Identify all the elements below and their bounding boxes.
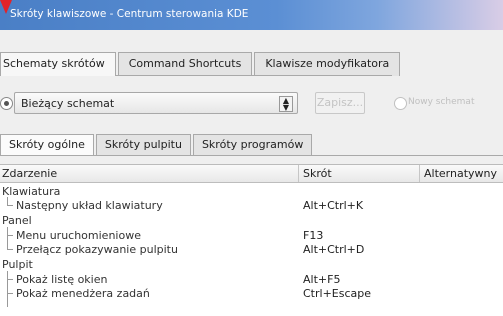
table-row[interactable]: Panel <box>0 213 503 228</box>
tab-klawisze-modyfikatora[interactable]: Klawisze modyfikatora <box>254 52 401 76</box>
column-header-skrot[interactable]: Skrót <box>303 167 332 180</box>
table-header: Zdarzenie Skrót Alternatywny <box>0 165 503 183</box>
row-event: Pokaż menedżera zadań <box>16 287 150 300</box>
window-titlebar[interactable]: Skróty klawiszowe - Centrum sterowania K… <box>0 0 503 30</box>
scheme-select[interactable]: Bieżący schemat ▲ ▼ <box>14 92 298 114</box>
tab-skroty-programow[interactable]: Skróty programów <box>192 134 313 156</box>
shortcuts-table: Zdarzenie Skrót Alternatywny Klawiatura … <box>0 164 503 316</box>
row-event: Menu uruchomieniowe <box>16 229 141 242</box>
scheme-select-value: Bieżący schemat <box>21 97 115 110</box>
row-event: Następny układ klawiatury <box>16 199 163 212</box>
subtab-divider <box>0 155 503 156</box>
table-row[interactable]: Pokaż menedżera zadań Ctrl+Escape <box>0 286 503 301</box>
row-shortcut: Alt+Ctrl+K <box>303 199 364 212</box>
row-event: Przełącz pokazywanie pulpitu <box>16 243 178 256</box>
tab-skroty-ogolne[interactable]: Skróty ogólne <box>0 134 94 156</box>
window-title: Skróty klawiszowe - Centrum sterowania K… <box>10 8 249 20</box>
tab-command-shortcuts[interactable]: Command Shortcuts <box>117 52 253 76</box>
table-row[interactable]: Klawiatura <box>0 184 503 199</box>
row-shortcut: Ctrl+Escape <box>303 287 372 300</box>
table-row[interactable]: Następny układ klawiatury Alt+Ctrl+K <box>0 198 503 213</box>
row-event: Panel <box>2 214 32 227</box>
column-separator[interactable] <box>419 165 420 182</box>
row-shortcut: F13 <box>303 229 324 242</box>
table-row[interactable]: Pokaż listę okien Alt+F5 <box>0 272 503 287</box>
new-scheme-label: Nowy schemat <box>408 97 475 107</box>
main-content: Schematy skrótów Command Shortcuts Klawi… <box>0 30 503 316</box>
tab-schematy[interactable]: Schematy skrótów <box>0 52 116 76</box>
column-header-alternatywny[interactable]: Alternatywny <box>424 167 497 180</box>
row-shortcut: Alt+Ctrl+D <box>303 243 365 256</box>
row-event: Pulpit <box>2 258 33 271</box>
red-arrow-icon <box>0 0 12 14</box>
column-separator[interactable] <box>298 165 299 182</box>
table-row[interactable]: Przełącz pokazywanie pulpitu Alt+Ctrl+D <box>0 242 503 257</box>
sub-tabbar: Skróty ogólne Skróty pulpitu Skróty prog… <box>0 134 314 156</box>
tab-skroty-pulpitu[interactable]: Skróty pulpitu <box>95 134 191 156</box>
scheme-row: Bieżący schemat ▲ ▼ Zapisz... Nowy schema… <box>0 92 503 118</box>
radio-current-scheme[interactable] <box>0 97 13 110</box>
table-row[interactable]: Menu uruchomieniowe F13 <box>0 228 503 243</box>
column-header-zdarzenie[interactable]: Zdarzenie <box>2 167 57 180</box>
row-event: Klawiatura <box>2 185 61 198</box>
radio-new-scheme[interactable] <box>394 97 407 110</box>
row-shortcut: Alt+F5 <box>303 273 341 286</box>
row-event: Pokaż listę okien <box>16 273 108 286</box>
chevron-updown-icon: ▲ ▼ <box>279 96 293 112</box>
top-tabbar: Schematy skrótów Command Shortcuts Klawi… <box>0 52 402 76</box>
table-row[interactable]: Pulpit <box>0 257 503 272</box>
save-scheme-button[interactable]: Zapisz... <box>315 92 365 114</box>
